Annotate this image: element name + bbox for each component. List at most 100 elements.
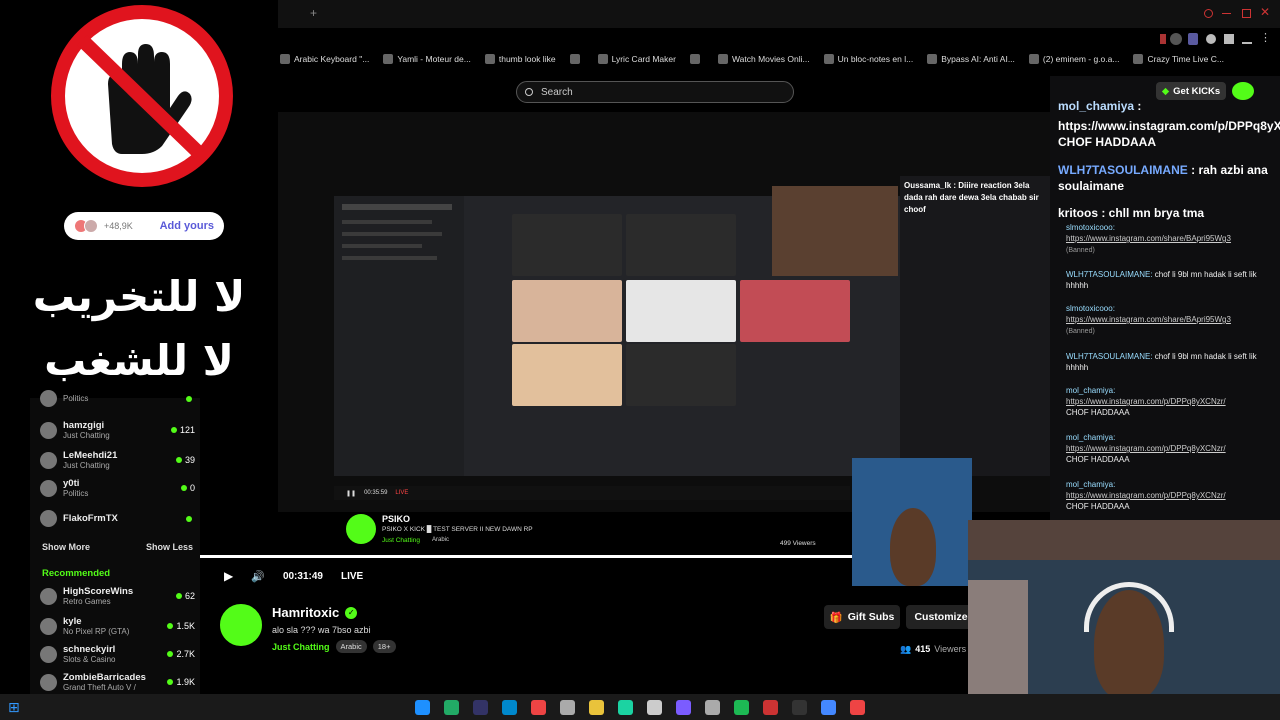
bookmark-item[interactable]: Yamli - Moteur de... [383,54,471,64]
volume-icon[interactable]: 🔊 [251,570,265,583]
stream-category[interactable]: Just Chatting [272,642,330,652]
tag-age[interactable]: 18+ [372,640,396,653]
bookmark-label: Yamli - Moteur de... [397,54,471,64]
channel-item-category: Politics [63,489,89,498]
puzzle-icon[interactable] [1224,34,1234,44]
sidebar-channel-item[interactable]: schneckyirl Slots & Casino 2.7K [40,644,195,664]
gear-icon[interactable] [1206,34,1216,44]
inner-play-icon: ❚❚ [346,490,357,497]
bookmark-favicon-icon [1028,54,1039,64]
sidebar-channel-item[interactable]: HighScoreWins Retro Games 62 [40,586,195,606]
customize-button[interactable]: Customize [906,605,976,629]
sidebar-channel-item[interactable]: y0ti Politics 0 [40,478,195,498]
avatar [40,645,57,663]
taskbar-chrome-icon[interactable] [850,699,865,715]
bookmark-favicon-icon [927,54,938,64]
bookmark-item[interactable]: Bypass AI: Anti AI... [927,54,1015,64]
extension-badge-icon[interactable] [1170,33,1182,45]
stop-hand-sign-icon [51,5,233,187]
live-dot-icon [186,515,192,522]
taskbar-spotify-icon[interactable] [734,699,749,715]
extension-icon[interactable] [1160,34,1166,44]
channel-avatar[interactable] [220,604,262,646]
tag-language[interactable]: Arabic [335,640,367,653]
recommended-heading: Recommended [42,568,111,579]
close-icon[interactable]: ✕ [1260,5,1270,19]
search-bar[interactable]: Search [516,81,794,103]
bookmark-item[interactable]: Un bloc-notes en l... [823,54,913,64]
taskbar-nvidia-icon[interactable] [792,699,807,715]
bookmark-item[interactable] [689,54,704,64]
channel-sidebar: Politics hamzgigi Just Chatting 121 LeMeehdi… [30,390,200,698]
play-icon[interactable]: ▶ [224,569,233,583]
chat-link[interactable]: https://www.instagram.com/p/DPPq8yXCNzr/ [1066,397,1226,406]
player-time: 00:31:49 [282,570,323,582]
sidebar-channel-item[interactable]: ZombieBarricades Grand Theft Auto V / 1.9K [40,672,195,692]
arabic-slogan-2: لا للشغب [44,336,234,385]
sidebar-channel-item[interactable]: hamzgigi Just Chatting 121 [40,420,195,440]
sidebar-channel-item[interactable]: LeMeehdi21 Just Chatting 39 [40,450,195,470]
chat-link[interactable]: https://www.instagram.com/share/BApri95W… [1066,315,1231,324]
channel-item-viewers [186,515,195,522]
search-icon[interactable] [1204,9,1213,18]
live-dot-icon [186,395,192,402]
taskbar-app-icon[interactable] [560,699,575,715]
menu-icon[interactable]: ⋮ [1260,31,1271,44]
bookmark-item[interactable]: (2) eminem - g.o.a... [1028,54,1119,64]
minimize-icon[interactable] [1222,13,1231,14]
chat-link[interactable]: https://www.instagram.com/share/BApri95W… [1066,234,1231,243]
live-dot-icon [175,457,182,463]
taskbar-premiere-icon[interactable] [444,699,459,715]
taskbar-folder-icon[interactable] [589,699,604,715]
taskbar-opera-icon[interactable] [763,699,778,715]
taskbar-chrome-red-icon[interactable] [531,699,546,715]
inner-stream-info: PSIKO PSIKO X KICK █ TEST SERVER II NEW … [340,512,860,552]
bookmark-item[interactable]: thumb look like [484,54,556,64]
shield-icon[interactable] [1188,33,1198,45]
chat-link[interactable]: https://www.instagram.com/p/DPPq8yXCNzr/ [1066,491,1226,500]
windows-taskbar [0,694,1280,720]
chat-link[interactable]: https://www.instagram.com/p/DPPq8yXCNzr/ [1066,444,1226,453]
channel-item-name: HighScoreWins [63,586,134,597]
bookmark-favicon-icon [484,54,495,64]
bookmark-item[interactable]: Crazy Time Live C... [1133,54,1224,64]
show-less-button[interactable]: Show Less [146,542,193,552]
taskbar-github-icon[interactable] [647,699,662,715]
taskbar-app-teal-icon[interactable] [618,699,633,715]
channel-item-category: Retro Games [63,597,111,606]
channel-item-category: Grand Theft Auto V / [63,683,136,692]
chat-message: mol_chamiya: https://www.instagram.com/p/… [1066,386,1226,417]
bookmark-favicon-icon [717,54,728,64]
search-icon [525,88,533,96]
show-more-button[interactable]: Show More [42,542,90,552]
gift-subs-button[interactable]: 🎁 Gift Subs [824,605,900,629]
add-yours-sticker[interactable]: +48,9K Add yours [64,212,224,240]
windows-start-icon[interactable]: ⊞ [8,700,22,714]
inner-discord-channels [334,196,464,476]
taskbar-chrome-icon[interactable] [502,699,517,715]
channel-item-name: FlakoFrmTX [63,513,118,524]
taskbar-discord-icon[interactable] [676,699,691,715]
avatar [40,451,57,469]
channel-item-viewers [186,395,195,402]
channel-item-viewers: 2.7K [167,649,195,659]
channel-item-category: Just Chatting [63,431,110,440]
new-tab-icon[interactable]: + [310,6,317,20]
taskbar-steam-icon[interactable] [473,699,488,715]
channel-name[interactable]: Hamritoxic [272,605,339,620]
download-icon[interactable] [1242,33,1252,44]
taskbar-app-icon[interactable] [821,699,836,715]
taskbar-edge-icon[interactable] [415,699,430,715]
maximize-icon[interactable] [1242,9,1251,18]
gift-icon: 🎁 [829,611,843,624]
bookmark-item[interactable]: Watch Movies Onli... [717,54,810,64]
sidebar-channel-item[interactable]: Politics [40,390,195,407]
inner-channel-name: PSIKO [382,514,411,524]
sidebar-channel-item[interactable]: kyle No Pixel RP (GTA) 1.5K [40,616,195,636]
sidebar-channel-item[interactable]: FlakoFrmTX [40,510,195,527]
bookmark-item[interactable]: Arabic Keyboard "... [280,54,369,64]
bookmark-item[interactable]: Lyric Card Maker [597,54,676,64]
taskbar-app-icon[interactable] [705,699,720,715]
bookmark-item[interactable] [569,54,584,64]
inner-tag: Arabic [432,537,450,543]
